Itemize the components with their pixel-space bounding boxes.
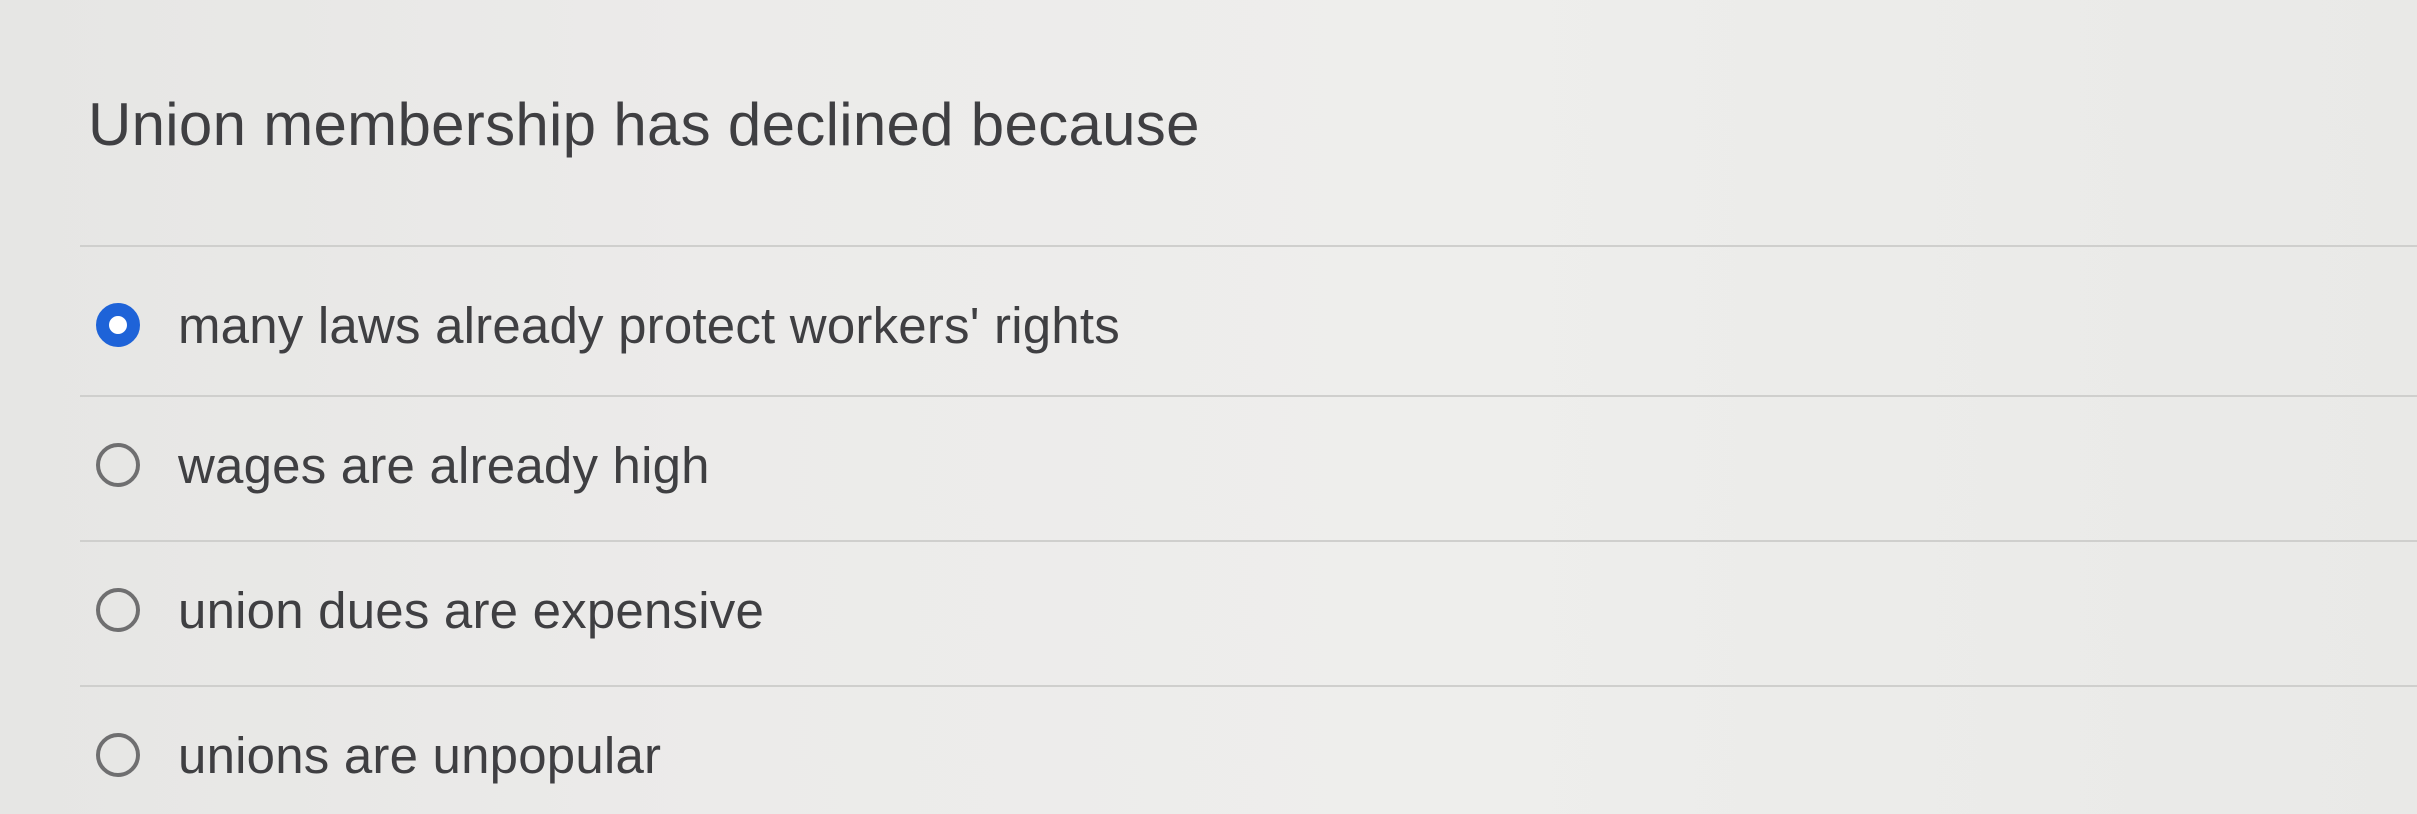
- answer-option-label: wages are already high: [178, 436, 710, 494]
- radio-button-selected[interactable]: [96, 303, 140, 347]
- answer-option-label: many laws already protect workers' right…: [178, 296, 1120, 354]
- divider: [80, 395, 2417, 397]
- answer-option-2[interactable]: wages are already high: [96, 420, 710, 510]
- answer-option-4[interactable]: unions are unpopular: [96, 710, 661, 800]
- divider: [80, 685, 2417, 687]
- answer-option-3[interactable]: union dues are expensive: [96, 565, 764, 655]
- radio-button[interactable]: [96, 733, 140, 777]
- answer-option-1[interactable]: many laws already protect workers' right…: [96, 280, 1120, 370]
- answer-option-label: union dues are expensive: [178, 581, 765, 639]
- multiple-choice-question: Union membership has declined because ma…: [0, 0, 2417, 814]
- answer-option-label: unions are unpopular: [178, 726, 662, 784]
- radio-button[interactable]: [96, 588, 140, 632]
- question-text: Union membership has declined because: [88, 91, 1200, 158]
- radio-button[interactable]: [96, 443, 140, 487]
- divider: [80, 540, 2417, 542]
- divider: [80, 245, 2417, 247]
